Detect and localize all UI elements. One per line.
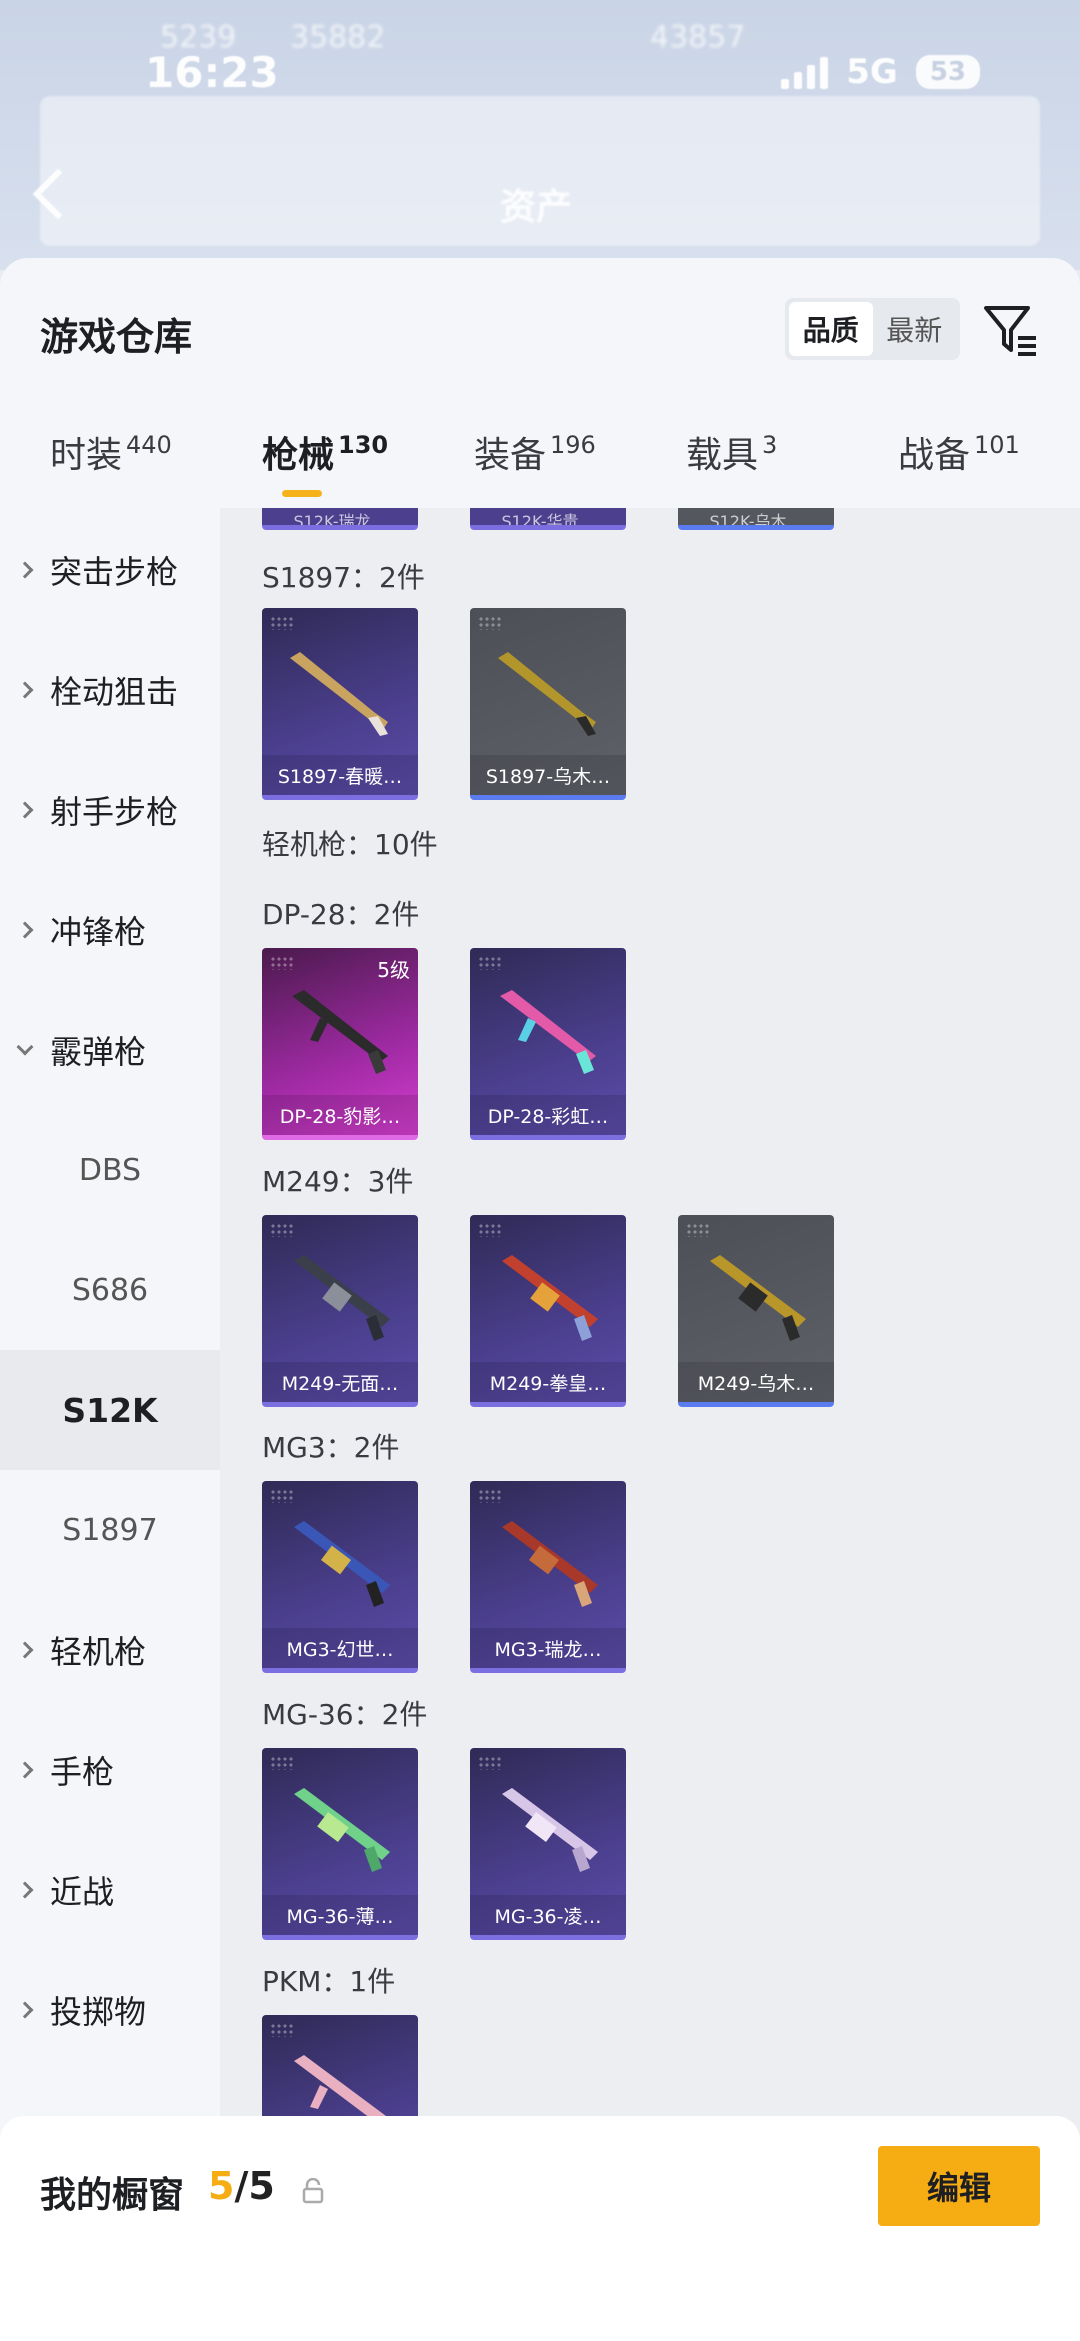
sidebar-item-assault-rifle[interactable]: 突击步枪 (0, 510, 220, 630)
weapon-card[interactable]: S1897-春暖… (262, 608, 418, 800)
edit-button[interactable]: 编辑 (878, 2146, 1040, 2226)
weapon-card[interactable]: M249-乌木… (678, 1215, 834, 1407)
machine-gun-icon (292, 990, 388, 1074)
sidebar-subitem-s12k[interactable]: S12K (0, 1350, 220, 1470)
sidebar-item-melee[interactable]: 近战 (0, 1830, 220, 1950)
sidebar-item-lmg[interactable]: 轻机枪 (0, 1590, 220, 1710)
weapon-card-label: S1897-乌木… (470, 755, 626, 795)
background-title: 资产 (500, 187, 573, 228)
rifle-icon (294, 1788, 390, 1872)
showcase-title: 我的橱窗 (40, 2175, 185, 2216)
chevron-right-icon (16, 1641, 34, 1659)
tab-vehicles[interactable]: 载具 3 (686, 426, 777, 478)
weapon-card-label: MG3-幻世… (262, 1628, 418, 1668)
group-title-pkm: PKM：1件 (262, 1965, 396, 1998)
weapon-card[interactable]: DP-28-彩虹… (470, 948, 626, 1140)
sidebar-item-pistol[interactable]: 手枪 (0, 1710, 220, 1830)
machine-gun-icon (710, 1255, 806, 1341)
sidebar-item-marksman-rifle[interactable]: 射手步枪 (0, 750, 220, 870)
chevron-right-icon (16, 681, 34, 699)
sort-newest-button[interactable]: 最新 (873, 302, 957, 356)
machine-gun-icon (294, 1255, 390, 1341)
weapon-card-partial[interactable]: S12K-华贵… (470, 508, 626, 530)
status-indicators: 5G 53 (781, 52, 980, 92)
shotgun-icon (498, 652, 596, 736)
tab-supplies[interactable]: 战备 101 (898, 426, 1020, 478)
weapon-card-label: MG-36-薄… (262, 1895, 418, 1935)
chevron-right-icon (16, 801, 34, 819)
shotgun-icon (290, 652, 388, 736)
weapon-card[interactable]: MG3-幻世… (262, 1481, 418, 1673)
weapon-card[interactable]: MG3-瑞龙… (470, 1481, 626, 1673)
status-time: 16:23 (145, 48, 279, 97)
chevron-right-icon (16, 921, 34, 939)
rifle-icon (502, 1788, 598, 1872)
machine-gun-icon (500, 990, 596, 1074)
weapon-card[interactable]: M249-无面… (262, 1215, 418, 1407)
chevron-down-icon (16, 1038, 34, 1056)
sidebar-subitem-s686[interactable]: S686 (0, 1230, 220, 1350)
showcase-count: 5/5 (208, 2164, 275, 2208)
weapon-card-partial[interactable]: S12K-乌木… (678, 508, 834, 530)
group-title-dp28: DP-28：2件 (262, 898, 420, 931)
sidebar-item-throwable[interactable]: 投掷物 (0, 1950, 220, 2070)
weapon-card-label: M249-拳皇… (470, 1362, 626, 1402)
sort-quality-button[interactable]: 品质 (789, 302, 873, 356)
weapon-card-label: M249-无面… (262, 1362, 418, 1402)
category-tabs: 时装 440 枪械 130 装备 196 载具 3 战备 101 (0, 408, 1080, 508)
signal-icon (781, 55, 829, 89)
sidebar-subitem-dbs[interactable]: DBS (0, 1110, 220, 1230)
chevron-right-icon (16, 2001, 34, 2019)
active-tab-indicator (282, 490, 322, 497)
sheet-title: 游戏仓库 (40, 315, 193, 359)
tab-weapons[interactable]: 枪械 130 (262, 426, 388, 478)
group-title-mg3: MG3：2件 (262, 1431, 400, 1464)
weapon-card-label: S1897-春暖… (262, 755, 418, 795)
filter-icon[interactable] (980, 300, 1040, 360)
machine-gun-icon (502, 1521, 598, 1607)
background-stat: 43857 (650, 20, 746, 55)
group-title-s1897: S1897：2件 (262, 561, 425, 594)
weapon-card[interactable]: S1897-乌木… (470, 608, 626, 800)
weapon-card[interactable]: M249-拳皇… (470, 1215, 626, 1407)
sidebar-subitem-s1897[interactable]: S1897 (0, 1470, 220, 1590)
weapon-card-label: MG3-瑞龙… (470, 1628, 626, 1668)
machine-gun-icon (502, 1255, 598, 1341)
sort-toggle: 品质 最新 (785, 298, 960, 360)
group-title-lmg: 轻机枪：10件 (262, 828, 438, 861)
tab-equipment[interactable]: 装备 196 (474, 426, 596, 478)
machine-gun-icon (294, 1521, 390, 1607)
warehouse-sheet: 游戏仓库 品质 最新 时装 440 枪械 130 装备 196 载具 3 战备 101 突… (0, 258, 1080, 2341)
weapon-card-label: MG-36-凌… (470, 1895, 626, 1935)
sidebar-item-smg[interactable]: 冲锋枪 (0, 870, 220, 990)
weapon-content-list: S12K-瑞龙… S12K-华贵… S12K-乌木… S1897：2件 S189… (220, 508, 1080, 2341)
weapon-card-label: M249-乌木… (678, 1362, 834, 1402)
sidebar-item-bolt-sniper[interactable]: 栓动狙击 (0, 630, 220, 750)
showcase-bar: 我的橱窗 5/5 编辑 (0, 2116, 1080, 2341)
tab-fashion[interactable]: 时装 440 (50, 426, 172, 478)
chevron-right-icon (16, 561, 34, 579)
network-type: 5G (846, 52, 898, 92)
weapon-category-sidebar: 突击步枪 栓动狙击 射手步枪 冲锋枪 霰弹枪 DBS S686 S12K S18… (0, 508, 220, 2341)
group-title-mg36: MG-36：2件 (262, 1698, 428, 1731)
chevron-right-icon (16, 1761, 34, 1779)
sidebar-item-shotgun[interactable]: 霰弹枪 (0, 990, 220, 1110)
weapon-card-label: DP-28-彩虹… (470, 1095, 626, 1135)
group-title-m249: M249：3件 (262, 1165, 414, 1198)
lock-icon (302, 2178, 324, 2204)
weapon-card-label: DP-28-豹影… (262, 1095, 418, 1135)
chevron-right-icon (16, 1881, 34, 1899)
background-stat: 35882 (290, 20, 386, 55)
background-page: 5239 35882 43857 16:23 5G 53 资产 (0, 0, 1080, 270)
weapon-card-partial[interactable]: S12K-瑞龙… (262, 508, 418, 530)
battery-indicator: 53 (915, 55, 980, 89)
weapon-card[interactable]: 5级 DP-28-豹影… (262, 948, 418, 1140)
weapon-card[interactable]: MG-36-薄… (262, 1748, 418, 1940)
weapon-card[interactable]: MG-36-凌… (470, 1748, 626, 1940)
